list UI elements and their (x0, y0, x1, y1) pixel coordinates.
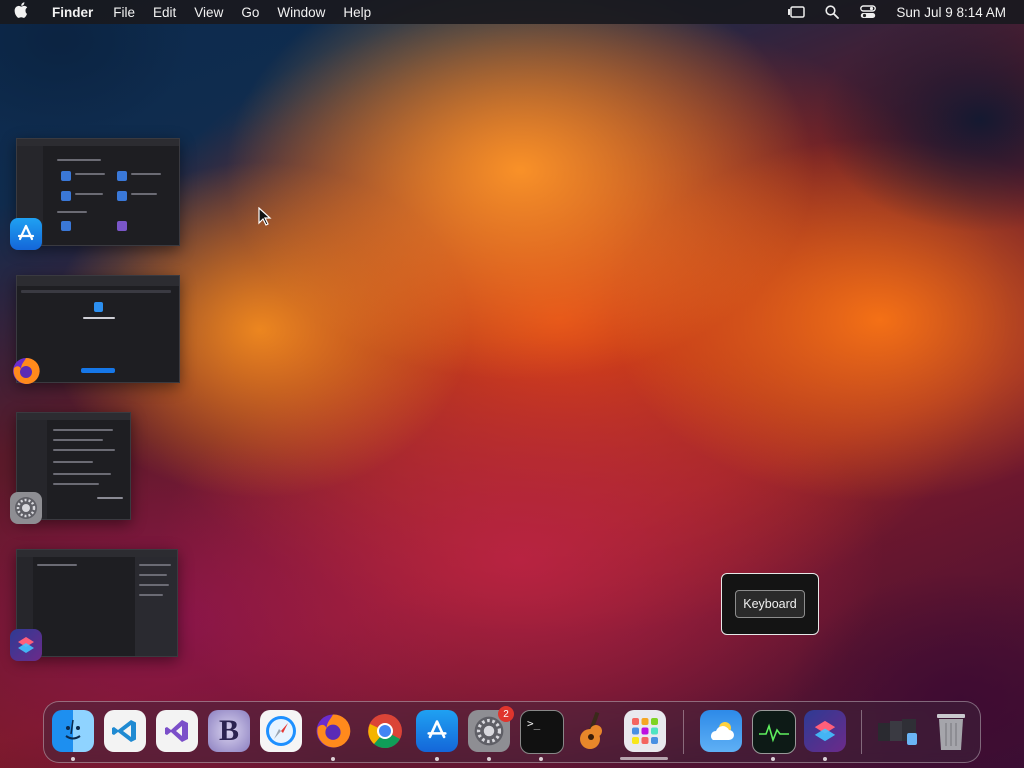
chrome-icon[interactable] (364, 710, 406, 752)
mouse-cursor-icon (258, 206, 272, 232)
search-icon[interactable] (821, 4, 843, 20)
dock-separator (861, 710, 862, 754)
terminal-icon[interactable]: >_ (520, 710, 564, 754)
vscode-icon[interactable] (104, 710, 146, 752)
downloads-stack-icon[interactable] (876, 710, 924, 752)
running-indicator (823, 757, 827, 761)
running-indicator (71, 757, 75, 761)
dock-separator (683, 710, 684, 754)
menu-view[interactable]: View (185, 5, 232, 20)
apple-icon[interactable] (0, 2, 42, 22)
dock-scroll-indicator (620, 757, 668, 760)
menu-help[interactable]: Help (334, 5, 380, 20)
running-indicator (331, 757, 335, 761)
activity-monitor-icon[interactable] (752, 710, 796, 754)
app-store-icon[interactable] (10, 218, 42, 250)
visual-studio-icon[interactable] (156, 710, 198, 752)
shortcuts-icon[interactable] (10, 629, 42, 661)
garageband-icon[interactable] (572, 710, 614, 752)
system-settings-icon[interactable] (10, 492, 42, 524)
menu-window[interactable]: Window (268, 5, 334, 20)
running-indicator (435, 757, 439, 761)
keyboard-tooltip: Keyboard (721, 573, 819, 635)
menu-file[interactable]: File (104, 5, 144, 20)
shortcuts-icon[interactable] (804, 710, 846, 752)
trash-icon[interactable] (930, 710, 972, 752)
running-indicator (771, 757, 775, 761)
keyboard-key-label: Keyboard (735, 590, 805, 618)
firefox-icon[interactable] (10, 355, 42, 387)
running-indicator (539, 757, 543, 761)
notification-badge: 2 (498, 706, 514, 722)
safari-icon[interactable] (260, 710, 302, 752)
app-store-icon[interactable] (416, 710, 458, 752)
launchpad-icon[interactable] (624, 710, 666, 752)
menu-go[interactable]: Go (232, 5, 268, 20)
menu-clock[interactable]: Sun Jul 9 8:14 AM (896, 5, 1006, 20)
menu-edit[interactable]: Edit (144, 5, 185, 20)
menu-app-name[interactable]: Finder (42, 5, 104, 20)
bbedit-letter: B (218, 714, 239, 747)
bbedit-icon[interactable]: B (208, 710, 250, 752)
terminal-prompt: >_ (527, 717, 541, 730)
weather-icon[interactable] (700, 710, 742, 752)
running-indicator (487, 757, 491, 761)
firefox-icon[interactable] (312, 710, 354, 752)
control-center-icon[interactable] (857, 4, 879, 20)
stage-manager-icon[interactable] (785, 4, 807, 20)
finder-icon[interactable] (52, 710, 94, 752)
dock: B 2 >_ (43, 701, 981, 763)
menu-bar: Finder File Edit View Go Window Help Sun… (0, 0, 1024, 24)
